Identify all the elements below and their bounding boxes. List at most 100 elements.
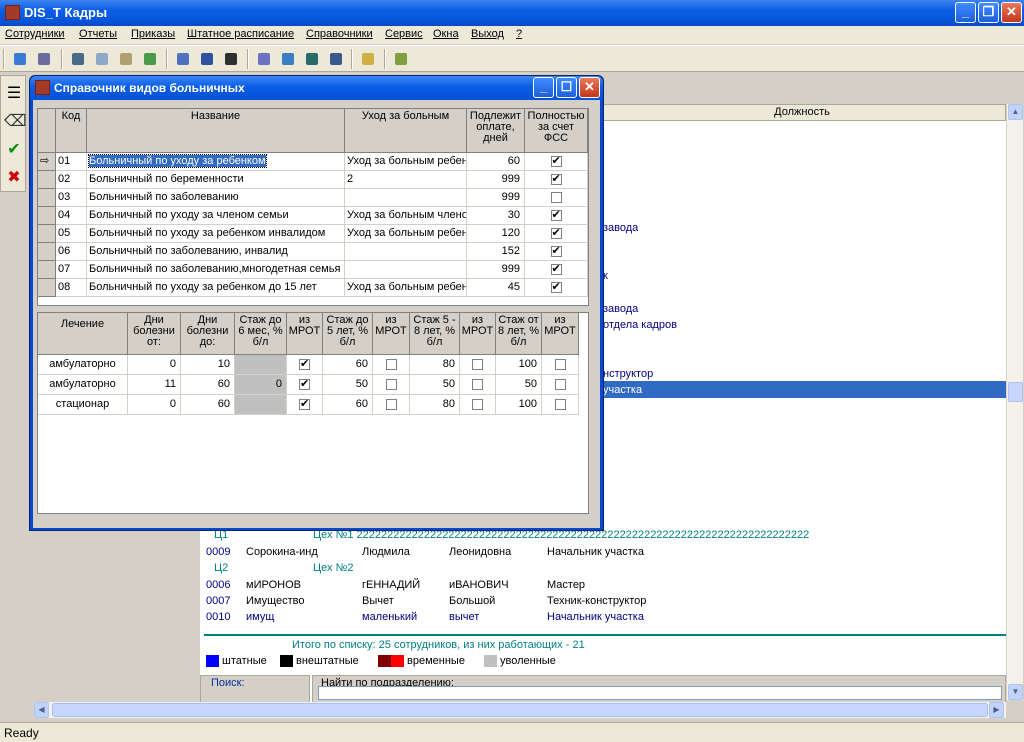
cell-mrot-5-8y[interactable] [460,395,496,415]
employee-middle-name[interactable]: вычет [449,611,479,623]
cell-exp-5-8y[interactable]: 80 [410,395,460,415]
cell-exp-8y[interactable]: 100 [496,395,542,415]
find-by-dept-input[interactable] [318,686,1002,700]
cell-days-from[interactable]: 0 [128,355,181,375]
cell-exp-5y[interactable]: 60 [323,395,373,415]
employee-last-name[interactable]: Имущество [246,595,305,607]
header-exp-8y[interactable]: Стаж от 8 лет, % б/л [496,313,542,355]
cell-code[interactable]: 01 [56,153,87,171]
employee-id[interactable]: 0007 [206,595,230,607]
minimize-button[interactable]: _ [955,2,976,23]
header-mrot-6m[interactable]: из МРОТ [287,313,323,355]
header-mrot-5-8y[interactable]: из МРОТ [460,313,496,355]
employee-middle-name[interactable]: иВАНОВИЧ [449,579,509,591]
cell-days-from[interactable]: 0 [128,395,181,415]
cell-fss[interactable]: ✔ [525,261,588,279]
mrot-5y-checkbox[interactable] [385,398,397,410]
fss-checkbox[interactable]: ✔ [550,245,562,257]
cell-exp-8y[interactable]: 50 [496,375,542,395]
cell-name[interactable]: Больничный по заболеванию,многодетная се… [87,261,345,279]
header-name[interactable]: Название [87,109,345,153]
network-icon[interactable] [174,50,192,68]
exit-icon[interactable] [392,50,410,68]
cell-code[interactable]: 05 [56,225,87,243]
cell-name[interactable]: Больничный по уходу за ребенком инвалидо… [87,225,345,243]
edit-icon[interactable] [279,50,297,68]
employee-last-name[interactable]: мИРОНОВ [246,579,301,591]
calendar-icon[interactable] [93,50,111,68]
mrot-6m-checkbox[interactable]: ✔ [299,398,310,410]
header-care[interactable]: Уход за больным [345,109,467,153]
header-mrot-8y[interactable]: из МРОТ [542,313,579,355]
cell-code[interactable]: 08 [56,279,87,297]
eraser-icon[interactable]: ⌫ [4,112,27,132]
employee-last-name[interactable]: имущ [246,611,274,623]
cell-mrot-6m[interactable]: ✔ [287,395,323,415]
cell-exp-6m[interactable]: 0 [235,375,287,395]
cell-code[interactable]: 07 [56,261,87,279]
fss-checkbox[interactable]: ✔ [550,227,562,239]
cell-treatment[interactable]: стационар [38,395,128,415]
search-person-icon[interactable] [69,50,87,68]
cell-name[interactable]: Больничный по уходу за ребенком до 15 ле… [87,279,345,297]
cell-mrot-8y[interactable] [542,355,579,375]
list-icon[interactable]: ☰ [4,84,24,104]
cell-care[interactable]: 2 [345,171,467,189]
cell-exp-5y[interactable]: 60 [323,355,373,375]
cell-days-to[interactable]: 60 [181,375,235,395]
employee-id[interactable]: 0009 [206,546,230,558]
cell-code[interactable]: 03 [56,189,87,207]
mrot-8y-checkbox[interactable] [554,358,566,370]
mrot-5-8y-checkbox[interactable] [472,378,483,390]
cell-days-to[interactable]: 60 [181,395,235,415]
cell-exp-6m[interactable] [235,395,287,415]
cell-mrot-8y[interactable] [542,395,579,415]
dialog-close-button[interactable]: ✕ [579,77,600,98]
menu-reference[interactable]: Справочники [306,28,373,40]
menu-windows[interactable]: Окна [433,28,459,40]
cell-paid-days[interactable]: 60 [467,153,525,171]
fss-checkbox[interactable]: ✔ [550,209,562,221]
cell-treatment[interactable]: амбулаторно [38,375,128,395]
cross-icon[interactable]: ✖ [4,168,24,188]
menu-service[interactable]: Сервис [385,28,423,40]
header-exp-5y[interactable]: Стаж до 5 лет, % б/л [323,313,373,355]
menu-staffing[interactable]: Штатное расписание [187,28,294,40]
cell-days-to[interactable]: 10 [181,355,235,375]
cell-code[interactable]: 06 [56,243,87,261]
cell-care[interactable]: Уход за больным члено [345,207,467,225]
cell-name[interactable]: Больничный по заболеванию [87,189,345,207]
cell-paid-days[interactable]: 152 [467,243,525,261]
scroll-down-arrow[interactable]: ▼ [1008,684,1023,700]
fss-checkbox[interactable]: ✔ [550,173,562,185]
cell-care[interactable]: Уход за больным ребен [345,279,467,297]
help-icon[interactable] [359,50,377,68]
cell-mrot-6m[interactable]: ✔ [287,355,323,375]
sheet-icon[interactable] [303,50,321,68]
mrot-5y-checkbox[interactable] [385,358,397,370]
mrot-6m-checkbox[interactable]: ✔ [299,358,310,370]
menu-exit[interactable]: Выход [471,28,504,40]
cell-fss[interactable]: ✔ [525,153,588,171]
cell-treatment[interactable]: амбулаторно [38,355,128,375]
cell-name[interactable]: Больничный по заболеванию, инвалид [87,243,345,261]
cell-mrot-6m[interactable]: ✔ [287,375,323,395]
users-icon[interactable] [11,50,29,68]
employee-id[interactable]: 0006 [206,579,230,591]
cell-name[interactable]: Больничный по уходу за ребенком [87,153,345,171]
cell-exp-6m[interactable] [235,355,287,375]
menu-employees[interactable]: Сотрудники [5,28,65,40]
dept-name[interactable]: Цех №2 [313,562,354,574]
cell-fss[interactable]: ✔ [525,225,588,243]
header-exp-5-8y[interactable]: Стаж 5 - 8 лет, % б/л [410,313,460,355]
mrot-5y-checkbox[interactable] [385,378,397,390]
header-days-to[interactable]: Дни болезни до: [181,313,235,355]
cell-mrot-8y[interactable] [542,375,579,395]
scroll-right-arrow[interactable]: ▶ [989,702,1004,718]
cell-fss[interactable]: ✔ [525,207,588,225]
table-icon[interactable] [327,50,345,68]
header-mrot-5y[interactable]: из МРОТ [373,313,410,355]
cell-exp-5-8y[interactable]: 80 [410,355,460,375]
cell-exp-5y[interactable]: 50 [323,375,373,395]
mrot-8y-checkbox[interactable] [554,378,566,390]
